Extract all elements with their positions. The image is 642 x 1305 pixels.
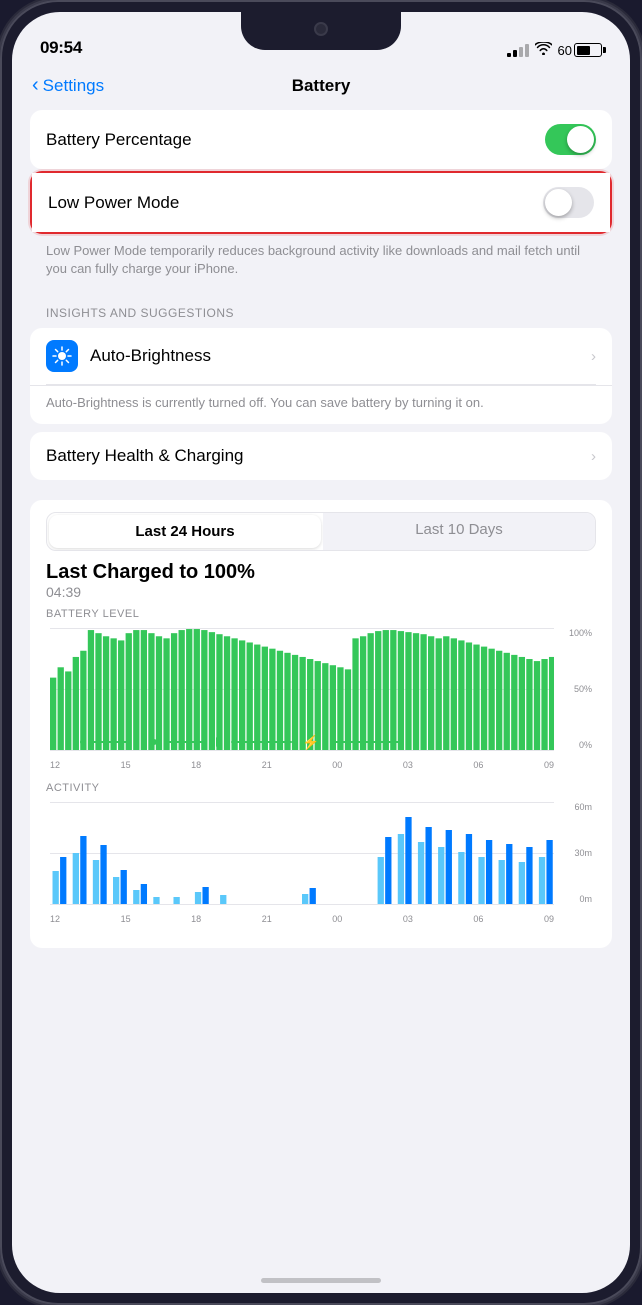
phone-frame: 09:54 60 <box>0 0 642 1305</box>
x-label-03: 03 <box>403 760 413 770</box>
low-power-mode-card: Low Power Mode <box>30 171 612 234</box>
charged-title: Last Charged to 100% <box>46 561 596 584</box>
home-indicator <box>261 1278 381 1283</box>
auto-brightness-row[interactable]: Auto-Brightness › <box>30 328 612 384</box>
battery-bars-svg <box>50 628 554 750</box>
charged-time: 04:39 <box>46 584 596 600</box>
camera-dot <box>314 22 328 36</box>
content-area[interactable]: ‹ Settings Battery Battery Percentage <box>12 66 630 1293</box>
auto-brightness-chevron-icon: › <box>591 348 596 365</box>
battery-percentage-toggle[interactable] <box>545 124 596 155</box>
low-power-description: Low Power Mode temporarily reduces backg… <box>30 238 612 290</box>
x-label-06: 06 <box>473 760 483 770</box>
act-y-0: 0m <box>579 894 592 904</box>
low-power-mode-toggle[interactable] <box>543 187 594 218</box>
low-power-mode-row: Low Power Mode <box>32 173 610 232</box>
x-label-12: 12 <box>50 760 60 770</box>
tab-last-24-hours[interactable]: Last 24 Hours <box>49 515 321 548</box>
act-y-60: 60m <box>574 802 592 812</box>
x-label-09: 09 <box>544 760 554 770</box>
battery-fill <box>577 46 591 55</box>
act-x-18: 18 <box>191 914 201 924</box>
x-label-00: 00 <box>332 760 342 770</box>
y-label-100: 100% <box>569 628 592 638</box>
act-y-30: 30m <box>574 848 592 858</box>
low-power-mode-label: Low Power Mode <box>48 193 179 213</box>
x-label-21: 21 <box>262 760 272 770</box>
battery-level-chart-section: BATTERY LEVEL 100% 50% <box>46 608 596 774</box>
battery-percent-text: 60 <box>558 43 572 58</box>
y-label-50: 50% <box>574 684 592 694</box>
act-x-00: 00 <box>332 914 342 924</box>
auto-brightness-icon <box>46 340 78 372</box>
battery-icon <box>574 43 602 57</box>
back-button[interactable]: ‹ Settings <box>32 75 104 97</box>
auto-brightness-description: Auto-Brightness is currently turned off.… <box>30 385 612 424</box>
battery-level-chart: 100% 50% 0% <box>46 624 596 774</box>
act-x-12: 12 <box>50 914 60 924</box>
battery-level-label: BATTERY LEVEL <box>46 608 596 620</box>
battery-percentage-label: Battery Percentage <box>46 130 192 150</box>
act-x-03: 03 <box>403 914 413 924</box>
charts-wrapper: Last 24 Hours Last 10 Days Last Charged … <box>30 500 612 948</box>
time-selector: Last 24 Hours Last 10 Days <box>46 512 596 551</box>
activity-bars-svg <box>50 802 554 904</box>
phone-screen: 09:54 60 <box>12 12 630 1293</box>
act-x-06: 06 <box>473 914 483 924</box>
back-label: Settings <box>43 76 104 96</box>
act-x-15: 15 <box>121 914 131 924</box>
status-time: 09:54 <box>40 38 82 58</box>
battery-percentage-row: Battery Percentage <box>30 110 612 169</box>
status-icons: 60 <box>507 42 602 58</box>
tab-last-10-days[interactable]: Last 10 Days <box>323 513 595 550</box>
back-chevron-icon: ‹ <box>32 74 39 97</box>
act-x-21: 21 <box>262 914 272 924</box>
dynamic-island <box>241 12 401 50</box>
auto-brightness-label: Auto-Brightness <box>90 346 579 366</box>
charged-info: Last Charged to 100% 04:39 <box>46 561 596 600</box>
wifi-icon <box>535 42 552 58</box>
auto-brightness-card: Auto-Brightness › Auto-Brightness is cur… <box>30 328 612 424</box>
activity-label: ACTIVITY <box>46 782 596 794</box>
x-label-15: 15 <box>121 760 131 770</box>
toggle-thumb-low-power <box>545 189 572 216</box>
y-label-0: 0% <box>579 740 592 750</box>
settings-content: Battery Percentage Low Power Mode <box>12 110 630 988</box>
signal-icon <box>507 44 529 57</box>
battery-health-row[interactable]: Battery Health & Charging › <box>30 432 612 480</box>
activity-chart-section: ACTIVITY 60m 30m <box>46 782 596 928</box>
battery-health-chevron-icon: › <box>591 448 596 465</box>
nav-header: ‹ Settings Battery <box>12 66 630 110</box>
battery-health-card: Battery Health & Charging › <box>30 432 612 480</box>
x-label-18: 18 <box>191 760 201 770</box>
insights-header: INSIGHTS AND SUGGESTIONS <box>30 290 612 328</box>
battery-percentage-card: Battery Percentage <box>30 110 612 169</box>
battery-status-indicator: 60 <box>558 43 602 58</box>
battery-health-label: Battery Health & Charging <box>46 446 244 466</box>
page-title: Battery <box>292 76 351 96</box>
act-x-09: 09 <box>544 914 554 924</box>
toggle-thumb <box>567 126 594 153</box>
activity-chart: 60m 30m 0m <box>46 798 596 928</box>
